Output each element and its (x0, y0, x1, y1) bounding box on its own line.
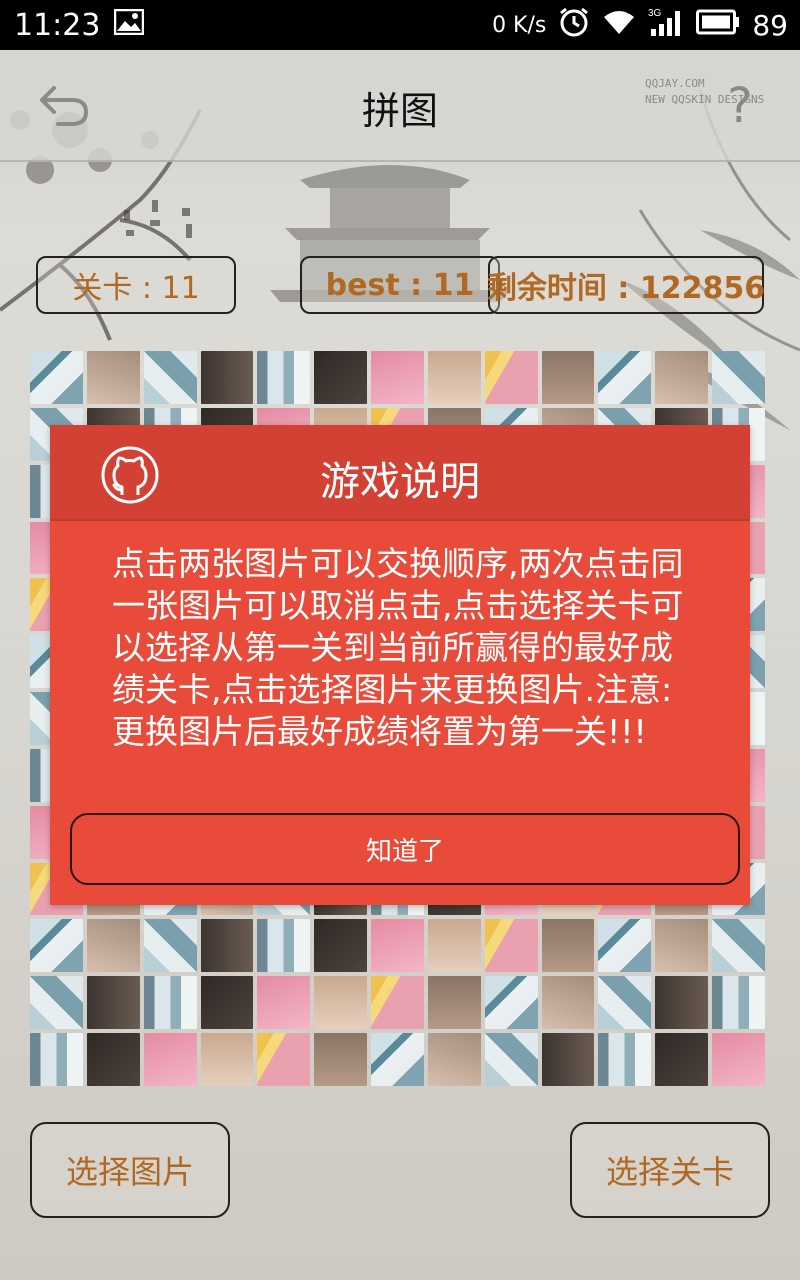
puzzle-tile[interactable] (257, 976, 311, 1030)
help-icon[interactable]: ? (716, 76, 764, 136)
puzzle-tile[interactable] (314, 976, 368, 1030)
time-remaining-indicator: 剩余时间 : 122856 (487, 256, 765, 314)
puzzle-tile[interactable] (143, 919, 197, 973)
puzzle-tile[interactable] (484, 1033, 538, 1086)
puzzle-tile[interactable] (30, 976, 83, 1030)
puzzle-tile[interactable] (427, 919, 481, 973)
puzzle-tile[interactable] (712, 919, 765, 973)
puzzle-tile[interactable] (143, 976, 197, 1030)
puzzle-tile[interactable] (257, 351, 311, 404)
puzzle-tile[interactable] (314, 351, 368, 404)
page-title: 拼图 (361, 89, 438, 133)
puzzle-tile[interactable] (541, 351, 595, 404)
select-level-button[interactable]: 选择关卡 (570, 1122, 770, 1218)
puzzle-tile[interactable] (86, 1033, 140, 1086)
puzzle-tile[interactable] (200, 919, 254, 973)
acknowledge-button[interactable]: 知道了 (70, 813, 740, 885)
signal-3g-icon: 3G (648, 7, 684, 44)
puzzle-tile[interactable] (712, 976, 765, 1030)
puzzle-tile[interactable] (598, 1033, 652, 1086)
battery-icon (696, 9, 740, 42)
image-icon (114, 8, 145, 43)
puzzle-tile[interactable] (598, 919, 652, 973)
puzzle-tile[interactable] (200, 351, 254, 404)
puzzle-tile[interactable] (712, 351, 765, 404)
puzzle-tile[interactable] (541, 976, 595, 1030)
puzzle-tile[interactable] (371, 1033, 424, 1086)
puzzle-tile[interactable] (484, 976, 538, 1030)
status-bar: 11:23 0 K/s 3G 89 (0, 0, 800, 50)
puzzle-tile[interactable] (200, 1033, 254, 1086)
puzzle-tile[interactable] (484, 351, 538, 404)
puzzle-tile[interactable] (200, 976, 254, 1030)
puzzle-tile[interactable] (314, 1033, 368, 1086)
puzzle-tile[interactable] (30, 919, 83, 973)
puzzle-tile[interactable] (371, 351, 424, 404)
puzzle-tile[interactable] (143, 351, 197, 404)
best-score-indicator: best : 11 (300, 256, 500, 314)
select-image-button[interactable]: 选择图片 (30, 1122, 230, 1218)
alarm-icon (558, 6, 590, 45)
puzzle-tile[interactable] (427, 351, 481, 404)
wifi-icon (602, 8, 636, 43)
puzzle-tile[interactable] (655, 976, 709, 1030)
puzzle-tile[interactable] (371, 976, 424, 1030)
puzzle-tile[interactable] (598, 976, 652, 1030)
dialog-header: 游戏说明 (50, 425, 750, 521)
puzzle-tile[interactable] (86, 976, 140, 1030)
puzzle-tile[interactable] (427, 1033, 481, 1086)
puzzle-tile[interactable] (143, 1033, 197, 1086)
status-time: 11:23 (14, 7, 101, 43)
puzzle-tile[interactable] (86, 919, 140, 973)
puzzle-tile[interactable] (30, 1033, 83, 1086)
puzzle-tile[interactable] (484, 919, 538, 973)
puzzle-tile[interactable] (655, 351, 709, 404)
battery-level: 89 (752, 8, 788, 42)
puzzle-tile[interactable] (314, 919, 368, 973)
puzzle-tile[interactable] (257, 919, 311, 973)
title-bar: QQJAY.COM NEW QQSKIN DESIGNS 拼图 ? (0, 50, 800, 162)
puzzle-tile[interactable] (427, 976, 481, 1030)
puzzle-tile[interactable] (712, 1033, 765, 1086)
dialog-title: 游戏说明 (320, 459, 480, 505)
net-speed: 0 K/s (492, 12, 547, 38)
puzzle-tile[interactable] (371, 919, 424, 973)
puzzle-tile[interactable] (598, 351, 652, 404)
puzzle-tile[interactable] (86, 351, 140, 404)
puzzle-tile[interactable] (257, 1033, 311, 1086)
puzzle-tile[interactable] (655, 1033, 709, 1086)
puzzle-tile[interactable] (655, 919, 709, 973)
dialog-message: 点击两张图片可以交换顺序,两次点击同一张图片可以取消点击,点击选择关卡可以选择从… (112, 544, 684, 751)
svg-text:3G: 3G (648, 8, 662, 19)
level-indicator: 关卡 : 11 (36, 256, 236, 314)
instructions-dialog: 游戏说明 点击两张图片可以交换顺序,两次点击同一张图片可以取消点击,点击选择关卡… (50, 425, 750, 905)
puzzle-tile[interactable] (541, 1033, 595, 1086)
puzzle-tile[interactable] (30, 351, 83, 404)
puzzle-tile[interactable] (541, 919, 595, 973)
